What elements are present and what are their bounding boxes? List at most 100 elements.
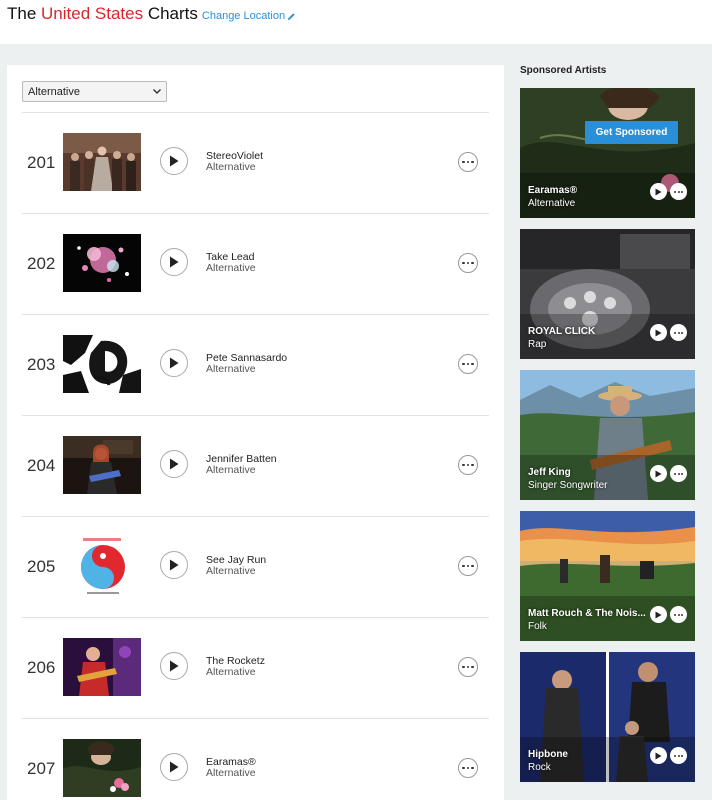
play-icon [170,155,179,167]
play-icon [170,559,179,571]
get-sponsored-button[interactable]: Get Sponsored [585,121,678,144]
sponsored-artist-name: ROYAL CLICK [528,326,596,337]
artist-info: See Jay Run Alternative [206,555,266,577]
play-icon [170,458,179,470]
artist-info: Jennifer Batten Alternative [206,454,277,476]
rank-number: 205 [27,557,56,576]
play-button[interactable] [160,753,188,781]
chart-list: 201 StereoViolet Alternative 202 Take Le… [22,112,489,800]
play-icon [170,761,179,773]
rank-number: 204 [27,456,56,475]
title-suffix: Charts [143,4,198,23]
play-button[interactable] [160,147,188,175]
genre-select-value: Alternative [28,85,80,98]
chevron-down-icon [148,82,166,101]
chart-row: 205 See Jay Run Alternative [22,516,489,617]
sponsored-artist-name: Hipbone [528,749,568,760]
artist-thumbnail[interactable] [63,436,141,494]
title-country: United States [41,4,144,23]
artist-thumbnail[interactable] [63,739,141,797]
more-options-button[interactable] [458,152,478,172]
play-button[interactable] [650,747,667,764]
play-button[interactable] [160,450,188,478]
play-button[interactable] [160,248,188,276]
play-icon [170,660,179,672]
artist-genre: Alternative [206,363,256,375]
more-options-button[interactable] [458,657,478,677]
chart-panel: Alternative 201 StereoViolet Alternative… [7,65,504,800]
sponsored-artist-genre: Rock [528,762,551,773]
artist-genre: Alternative [206,262,256,274]
title-prefix: The [7,4,42,23]
more-options-button[interactable] [670,606,687,623]
page-content: Alternative 201 StereoViolet Alternative… [0,44,712,800]
artist-thumbnail[interactable] [63,133,141,191]
artist-info: The Rocketz Alternative [206,656,265,678]
play-button[interactable] [160,652,188,680]
play-button[interactable] [160,349,188,377]
artist-info: StereoViolet Alternative [206,151,263,173]
sponsored-sidebar: Sponsored Artists Get Sponsored Earamas®… [520,65,695,793]
chart-row: 202 Take Lead Alternative [22,213,489,314]
sponsored-artist-name: Jeff King [528,467,571,478]
more-options-button[interactable] [670,183,687,200]
sponsored-artist-genre: Folk [528,621,547,632]
sponsored-artist-genre: Singer Songwriter [528,480,608,491]
play-icon [655,329,662,336]
more-options-button[interactable] [670,747,687,764]
rank-number: 206 [27,658,56,677]
play-icon [655,470,662,477]
artist-info: Pete Sannasardo Alternative [206,353,287,375]
artist-genre: Alternative [206,464,256,476]
artist-thumbnail[interactable] [63,638,141,696]
more-options-button[interactable] [458,354,478,374]
sponsored-card[interactable]: ROYAL CLICK Rap [520,229,695,359]
change-location-label: Change Location [201,10,286,22]
artist-thumbnail[interactable] [63,335,141,393]
artist-genre: Alternative [206,666,256,678]
rank-number: 202 [27,254,56,273]
chart-row: 207 Earamas® Alternative [22,718,489,800]
play-button[interactable] [650,183,667,200]
chart-row: 206 The Rocketz Alternative [22,617,489,718]
more-options-button[interactable] [670,324,687,341]
rank-number: 201 [27,153,56,172]
more-options-button[interactable] [458,758,478,778]
sponsored-card[interactable]: Jeff King Singer Songwriter [520,370,695,500]
play-icon [655,611,662,618]
play-button[interactable] [650,465,667,482]
sponsored-artist-name: Earamas® [528,185,578,196]
genre-select[interactable]: Alternative [22,81,167,102]
sponsored-card[interactable]: Get Sponsored Earamas® Alternative [520,88,695,218]
play-icon [170,256,179,268]
pencil-icon [287,12,295,20]
rank-number: 203 [27,355,56,374]
play-button[interactable] [650,324,667,341]
artist-genre: Alternative [206,161,256,173]
play-button[interactable] [160,551,188,579]
chart-row: 201 StereoViolet Alternative [22,112,489,213]
more-options-button[interactable] [670,465,687,482]
play-icon [655,188,662,195]
sponsored-card[interactable]: Hipbone Rock [520,652,695,782]
artist-thumbnail[interactable] [63,537,141,595]
sponsored-artist-genre: Rap [528,339,547,350]
artist-genre: Alternative [206,565,256,577]
play-icon [655,752,662,759]
sponsored-artist-name: Matt Rouch & The Nois... [528,608,646,619]
sponsored-card[interactable]: Matt Rouch & The Nois... Folk [520,511,695,641]
artist-thumbnail[interactable] [63,234,141,292]
chart-row: 204 Jennifer Batten Alternative [22,415,489,516]
sponsored-artist-genre: Alternative [528,198,576,209]
more-options-button[interactable] [458,556,478,576]
artist-genre: Alternative [206,767,256,779]
play-button[interactable] [650,606,667,623]
artist-info: Earamas® Alternative [206,757,256,779]
more-options-button[interactable] [458,253,478,273]
chart-row: 203 Pete Sannasardo Alternative [22,314,489,415]
page-header: The United States Charts Change Location [0,0,712,44]
more-options-button[interactable] [458,455,478,475]
sidebar-title: Sponsored Artists [520,65,607,76]
change-location-link[interactable]: Change Location [202,10,296,22]
rank-number: 207 [27,759,56,778]
